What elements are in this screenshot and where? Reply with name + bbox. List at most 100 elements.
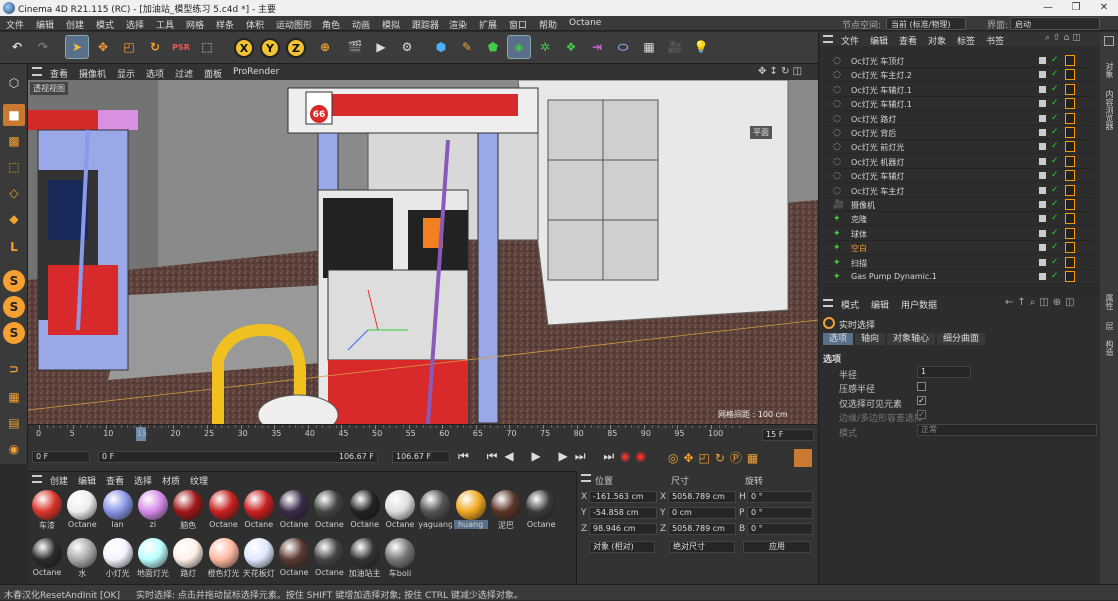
material-swatch[interactable]: zi — [136, 488, 170, 534]
material-tag[interactable] — [1065, 271, 1075, 282]
model-mode-icon[interactable]: ■ — [3, 104, 25, 126]
tab-layers[interactable]: 层 — [1104, 322, 1114, 330]
enabled-check[interactable]: ✓ — [1051, 156, 1059, 166]
visibility-dot[interactable] — [1039, 229, 1046, 237]
rotation-field[interactable]: 0 ° — [747, 523, 813, 535]
render-icon[interactable]: ▶ — [370, 36, 392, 58]
material-tag[interactable] — [1065, 98, 1075, 110]
attr-tab-0[interactable]: 选项 — [823, 333, 853, 345]
material-swatch[interactable]: Octane — [312, 536, 346, 582]
light-object-icon[interactable]: ⬭ — [612, 36, 634, 58]
material-swatch[interactable]: 泥巴 — [489, 488, 523, 534]
grid-icon[interactable]: ▤ — [3, 412, 25, 434]
attr-menu-icon[interactable] — [823, 299, 833, 307]
menu-17[interactable]: 帮助 — [539, 18, 557, 31]
viewport-menu-0[interactable]: 查看 — [50, 67, 68, 80]
visibility-dot[interactable] — [1039, 143, 1046, 151]
enabled-check[interactable]: ✓ — [1051, 199, 1059, 209]
material-swatch[interactable]: Octane — [30, 536, 64, 582]
material-swatch[interactable]: 加油站主 — [348, 536, 382, 582]
objmgr-menu-2[interactable]: 查看 — [899, 34, 917, 47]
objmgr-nav-icons[interactable]: ⌕⇧⌂◫ — [1045, 33, 1084, 43]
attr-nav-icons[interactable]: ←↑⌕◫⊕◫ — [1005, 297, 1079, 308]
pressure-radius-checkbox[interactable] — [917, 382, 926, 391]
menu-10[interactable]: 角色 — [322, 18, 340, 31]
material-tag[interactable] — [1065, 55, 1075, 66]
make-editable-icon[interactable]: ⬡ — [3, 72, 25, 94]
position-field[interactable]: -161.563 cm — [589, 491, 657, 503]
enabled-check[interactable]: ✓ — [1051, 98, 1059, 108]
x-axis-button[interactable]: X — [234, 38, 254, 58]
coords-menu-icon[interactable] — [581, 474, 591, 482]
objmgr-menu-4[interactable]: 标签 — [957, 34, 975, 47]
material-tag[interactable] — [1065, 83, 1075, 95]
material-tag[interactable] — [1065, 112, 1075, 124]
edges-mode-icon[interactable]: ◇ — [3, 182, 25, 204]
layout-dropdown[interactable]: 启动 — [1010, 17, 1100, 30]
timeline-toggle-icon[interactable] — [794, 449, 812, 467]
material-swatch[interactable]: yaguang — [418, 488, 452, 534]
menu-6[interactable]: 网格 — [186, 18, 204, 31]
mode-dropdown[interactable]: 正常 — [917, 424, 1097, 436]
size-field[interactable]: 5058.789 cm — [668, 491, 736, 503]
move-icon[interactable]: ✥ — [92, 36, 114, 58]
deformer-icon[interactable]: ✲ — [534, 36, 556, 58]
object-row[interactable]: ✦ 球体 ✓ — [825, 227, 1095, 241]
material-swatch[interactable]: Octane — [348, 488, 382, 534]
menu-8[interactable]: 体积 — [246, 18, 264, 31]
material-swatch[interactable]: huang — [453, 488, 488, 534]
attr-tab-1[interactable]: 轴向 — [855, 333, 885, 345]
viewport-nav-icon[interactable]: ✥ ↕ ↻ ◫ — [758, 66, 802, 77]
object-row[interactable]: ◌ Oc灯光 车辅灯.1 ✓ — [825, 83, 1095, 97]
tab-structure[interactable]: 构造 — [1104, 340, 1114, 356]
object-row[interactable]: ✦ 克隆 ✓ — [825, 212, 1095, 227]
render-view-icon[interactable]: 🎬 — [344, 36, 366, 58]
tab-attributes[interactable]: 属性 — [1104, 294, 1114, 310]
visibility-dot[interactable] — [1039, 71, 1046, 79]
material-tag[interactable] — [1065, 184, 1075, 196]
apply-button[interactable]: 应用 — [743, 541, 811, 553]
panel-toggle-icon[interactable] — [1104, 36, 1114, 46]
viewport-menu-1[interactable]: 摄像机 — [79, 67, 106, 80]
object-row[interactable]: ◌ Oc灯光 背后 ✓ — [825, 126, 1095, 140]
object-row[interactable]: ◌ Oc灯光 车顶灯 ✓ — [825, 54, 1095, 68]
material-swatch[interactable]: Octane — [65, 488, 99, 534]
position-field[interactable]: -54.858 cm — [589, 507, 657, 519]
menu-9[interactable]: 运动图形 — [276, 18, 312, 31]
enabled-check[interactable]: ✓ — [1051, 257, 1059, 267]
attr-menu-2[interactable]: 用户数据 — [901, 298, 937, 311]
object-row[interactable]: ◌ Oc灯光 前灯光 ✓ — [825, 140, 1095, 155]
visibility-dot[interactable] — [1039, 85, 1046, 93]
object-row[interactable]: ✦ 空白 ✓ — [825, 241, 1095, 256]
viewport-menu-5[interactable]: 面板 — [204, 67, 222, 80]
record-icon[interactable]: ⬚ — [196, 36, 218, 58]
rotation-field[interactable]: 0 ° — [747, 491, 813, 503]
viewport-menu-4[interactable]: 过滤 — [175, 67, 193, 80]
size-field[interactable]: 5058.789 cm — [668, 523, 736, 535]
enabled-check[interactable]: ✓ — [1051, 185, 1059, 195]
points-mode-icon[interactable]: ⬚ — [3, 156, 25, 178]
material-tag[interactable] — [1065, 213, 1075, 225]
cube-icon[interactable]: ⬢ — [430, 36, 452, 58]
object-row[interactable]: ✦ 扫描 ✓ — [825, 256, 1095, 270]
material-tag[interactable] — [1065, 199, 1075, 210]
material-tag[interactable] — [1065, 155, 1075, 167]
enabled-check[interactable]: ✓ — [1051, 69, 1059, 79]
end-frame-field[interactable]: 106.67 F — [392, 451, 450, 463]
spline-icon[interactable]: ⇥ — [586, 36, 608, 58]
coordinate-system-icon[interactable]: ⊕ — [314, 36, 336, 58]
menu-13[interactable]: 跟踪器 — [412, 18, 439, 31]
scale-icon[interactable]: ◰ — [118, 36, 140, 58]
enabled-check[interactable]: ✓ — [1051, 170, 1059, 180]
visibility-dot[interactable] — [1039, 201, 1046, 208]
material-menu-4[interactable]: 材质 — [162, 474, 180, 487]
menu-14[interactable]: 渲染 — [449, 18, 467, 31]
objmgr-menu-1[interactable]: 编辑 — [870, 34, 888, 47]
material-tag[interactable] — [1065, 141, 1075, 153]
psr-icon[interactable]: PSR — [170, 36, 192, 58]
camera-icon[interactable]: 🎥 — [664, 36, 686, 58]
material-swatch[interactable]: 天花板灯 — [242, 536, 276, 582]
material-menu-0[interactable]: 创建 — [50, 474, 68, 487]
material-menu-3[interactable]: 选择 — [134, 474, 152, 487]
menu-15[interactable]: 扩展 — [479, 18, 497, 31]
